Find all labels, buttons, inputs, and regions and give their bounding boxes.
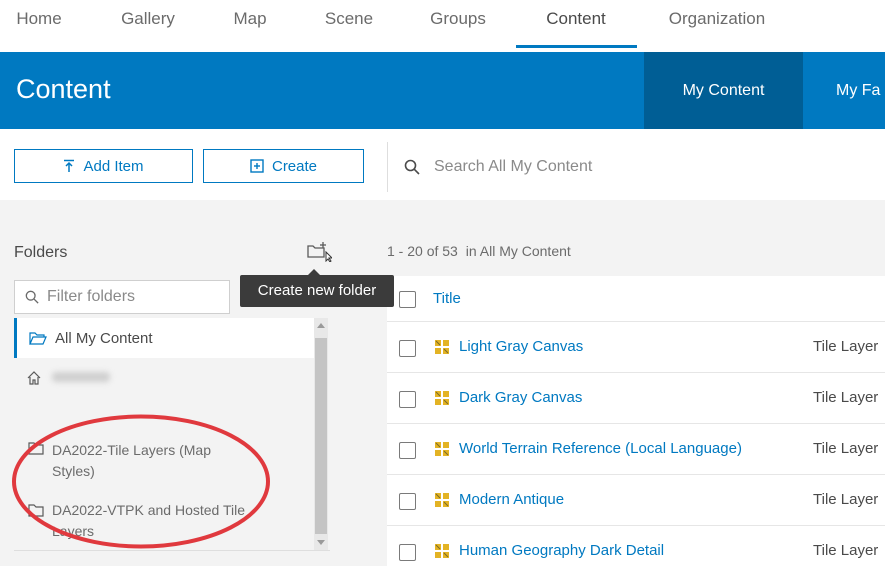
add-item-button[interactable]: Add Item [14,149,193,183]
page-title: Content [16,74,111,104]
tab-my-favorites[interactable]: My Fa [820,52,885,129]
tile-layer-icon [435,442,449,456]
scrollbar-thumb[interactable] [315,338,327,534]
tooltip-text: Create new folder [257,282,377,299]
tab-my-content[interactable]: My Content [644,52,803,129]
folder-scrollbar[interactable] [314,318,328,550]
column-title[interactable]: Title [433,290,461,307]
toolbar-divider [387,142,388,192]
upload-icon [64,159,75,172]
item-title-link[interactable]: Human Geography Dark Detail [459,542,664,559]
table-row: Dark Gray Canvas Tile Layer [387,373,885,424]
table-header: Title [387,276,885,322]
create-folder-tooltip: Create new folder [240,269,394,307]
item-title-link[interactable]: Modern Antique [459,491,564,508]
search-icon [25,290,39,304]
results-table: Title Light Gray Canvas Tile Layer Dark … [387,276,885,566]
new-folder-icon[interactable] [306,240,332,262]
tile-layer-icon [435,340,449,354]
select-all-checkbox[interactable] [399,291,416,308]
folder-home[interactable] [14,362,314,402]
content-header: Content My Content My Fa [0,52,885,129]
search-placeholder: Search All My Content [434,158,593,175]
row-checkbox[interactable] [399,391,416,408]
tile-layer-icon [435,493,449,507]
nav-scene[interactable]: Scene [324,0,374,48]
table-row: Human Geography Dark Detail Tile Layer [387,526,885,577]
item-type: Tile Layer [813,338,879,355]
results-range: 1 - 20 [387,243,423,259]
nav-active-indicator [516,45,637,48]
plus-square-icon [250,159,264,173]
open-folder-icon [29,332,47,345]
row-checkbox[interactable] [399,442,416,459]
table-row: World Terrain Reference (Local Language)… [387,424,885,475]
results-total: of 53 [426,243,458,259]
item-type: Tile Layer [813,389,879,406]
tile-layer-icon [435,391,449,405]
table-row: Modern Antique Tile Layer [387,475,885,526]
add-item-label: Add Item [83,157,144,175]
folder-label: All My Content [55,330,153,347]
folders-heading: Folders [14,244,68,261]
item-type: Tile Layer [813,542,879,559]
item-type: Tile Layer [813,440,879,457]
search-icon [404,159,420,175]
create-button[interactable]: Create [203,149,364,183]
row-checkbox[interactable] [399,544,416,561]
home-icon [27,371,41,385]
scroll-down-icon[interactable] [317,540,325,545]
results-count: 1 - 20 of 53 in All My Content [387,243,571,259]
tile-layer-icon [435,544,449,558]
row-checkbox[interactable] [399,340,416,357]
filter-placeholder: Filter folders [47,288,136,305]
table-row: Light Gray Canvas Tile Layer [387,322,885,373]
nav-gallery[interactable]: Gallery [117,0,179,48]
sidebar-divider [14,550,330,551]
highlight-ellipse-annotation [12,414,270,549]
folder-all-my-content[interactable]: All My Content [14,318,314,358]
results-scope: in All My Content [465,243,571,259]
nav-map[interactable]: Map [230,0,270,48]
top-navigation: Home Gallery Map Scene Groups Content Or… [0,0,885,48]
row-checkbox[interactable] [399,493,416,510]
item-title-link[interactable]: World Terrain Reference (Local Language) [459,440,742,457]
nav-content[interactable]: Content [536,0,616,48]
item-type: Tile Layer [813,491,879,508]
filter-folders-input[interactable]: Filter folders [14,280,230,314]
blurred-username [52,372,110,382]
nav-home[interactable]: Home [14,0,64,48]
tooltip-arrow [308,269,320,275]
create-label: Create [271,157,318,175]
nav-organization[interactable]: Organization [662,0,772,48]
item-title-link[interactable]: Dark Gray Canvas [459,389,582,406]
search-input[interactable]: Search All My Content [404,150,592,184]
item-title-link[interactable]: Light Gray Canvas [459,338,583,355]
nav-groups[interactable]: Groups [427,0,489,48]
scroll-up-icon[interactable] [317,323,325,328]
